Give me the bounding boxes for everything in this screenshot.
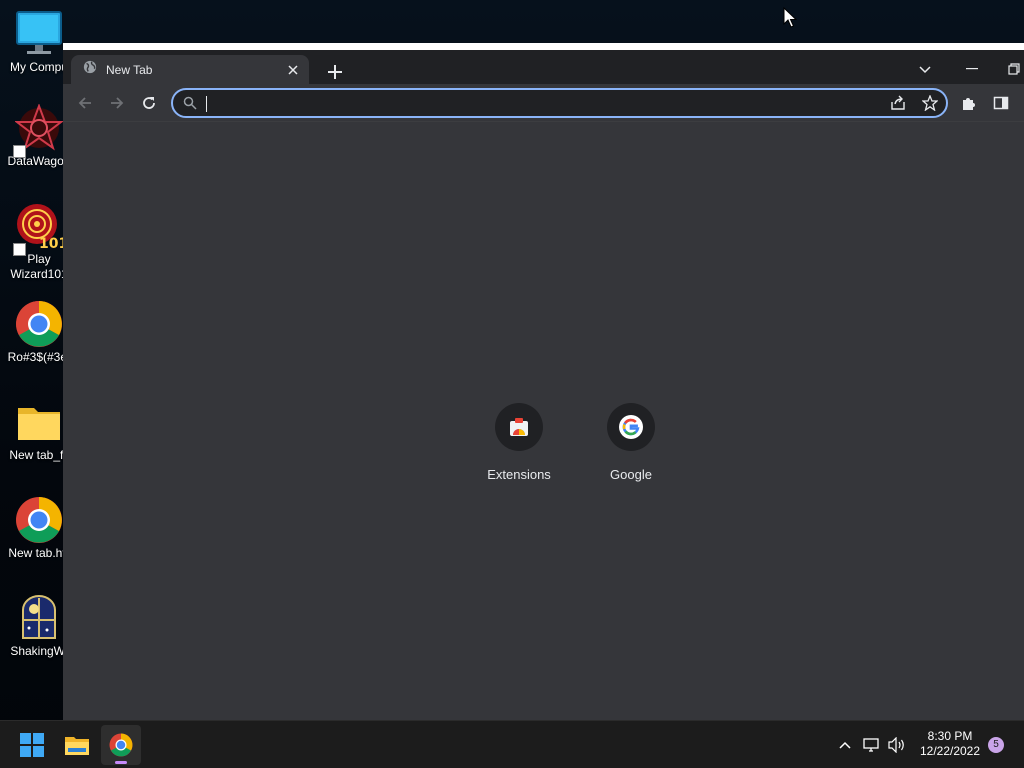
shakingwi-icon bbox=[15, 594, 63, 642]
browser-toolbar bbox=[63, 84, 1024, 122]
start-button[interactable] bbox=[12, 725, 52, 765]
back-button[interactable] bbox=[73, 91, 97, 115]
network-button[interactable] bbox=[862, 735, 882, 755]
text-caret bbox=[206, 96, 207, 112]
shortcut-arrow-icon bbox=[13, 145, 26, 158]
chevron-down-icon bbox=[919, 66, 931, 74]
volume-button[interactable] bbox=[887, 735, 907, 755]
file-explorer-icon bbox=[65, 737, 89, 755]
desktop-icon-label: My Compu bbox=[9, 60, 68, 74]
clock-time: 8:30 PM bbox=[927, 729, 973, 743]
tab-search-button[interactable] bbox=[915, 60, 935, 80]
show-hidden-icons-button[interactable] bbox=[835, 735, 855, 755]
svg-text:101: 101 bbox=[39, 236, 63, 250]
wizard101-icon: 101 bbox=[13, 202, 68, 256]
mouse-cursor-icon bbox=[783, 7, 797, 28]
chrome-icon bbox=[109, 733, 133, 757]
taskbar-clock[interactable]: 8:30 PM 12/22/2022 bbox=[912, 729, 988, 759]
active-app-indicator bbox=[115, 761, 127, 764]
restore-button[interactable] bbox=[1004, 58, 1024, 80]
tab-title: New Tab bbox=[106, 62, 153, 77]
shortcut-icon-circle bbox=[495, 403, 543, 451]
bookmark-star-icon[interactable] bbox=[921, 94, 939, 116]
speaker-icon bbox=[888, 737, 904, 753]
omnibox[interactable] bbox=[171, 88, 948, 118]
puzzle-icon bbox=[963, 98, 975, 110]
chevron-up-icon bbox=[839, 741, 851, 749]
tab-close-button[interactable] bbox=[285, 62, 301, 78]
close-icon bbox=[288, 64, 298, 75]
address-bar-input[interactable] bbox=[205, 95, 865, 113]
chrome-icon bbox=[15, 496, 63, 544]
chrome-window: New Tab Extensions Google bbox=[63, 43, 1024, 720]
restore-icon bbox=[1008, 63, 1020, 75]
shortcut-title: Google bbox=[610, 467, 652, 482]
new-tab-page: Extensions Google bbox=[63, 122, 1024, 720]
file-explorer-button[interactable] bbox=[57, 725, 97, 765]
monitor-icon bbox=[15, 10, 63, 58]
tab-new-tab[interactable]: New Tab bbox=[71, 55, 309, 84]
search-icon bbox=[183, 96, 197, 115]
share-icon[interactable] bbox=[890, 95, 906, 116]
shortcut-arrow-icon bbox=[13, 243, 26, 256]
desktop-icon-label: ShakingWi bbox=[10, 644, 68, 658]
folder-icon bbox=[15, 398, 63, 446]
chrome-taskbar-button[interactable] bbox=[101, 725, 141, 765]
arrow-left-icon bbox=[78, 97, 91, 109]
shortcut-title: Extensions bbox=[487, 467, 551, 482]
shortcut-icon-circle bbox=[607, 403, 655, 451]
tab-strip: New Tab bbox=[63, 50, 1024, 84]
new-tab-button[interactable] bbox=[321, 59, 349, 85]
plus-icon bbox=[328, 65, 342, 79]
desktop-icon-label: New tab.htr bbox=[8, 546, 70, 560]
google-icon bbox=[619, 415, 643, 439]
window-top-strip bbox=[63, 43, 1024, 50]
side-panel-button[interactable] bbox=[989, 91, 1013, 115]
datawagon-icon bbox=[13, 103, 64, 158]
desktop-icon-label: Ro#3$(#3e. bbox=[7, 350, 71, 364]
chrome-icon bbox=[15, 300, 63, 348]
reload-button[interactable] bbox=[137, 91, 161, 115]
windows-start-icon bbox=[20, 733, 44, 757]
minimize-icon bbox=[966, 68, 978, 70]
minimize-button[interactable] bbox=[959, 58, 985, 80]
taskbar: 8:30 PM 12/22/2022 5 bbox=[0, 720, 1024, 768]
extensions-button[interactable] bbox=[957, 91, 981, 115]
shortcut-extensions[interactable]: Extensions bbox=[463, 403, 575, 489]
reload-icon bbox=[143, 97, 155, 109]
notification-badge[interactable]: 5 bbox=[988, 737, 1004, 753]
shortcut-google[interactable]: Google bbox=[575, 403, 687, 489]
arrow-right-icon bbox=[111, 97, 124, 109]
side-panel-icon bbox=[993, 96, 1009, 110]
forward-button[interactable] bbox=[105, 91, 129, 115]
desktop-icon-label: Play Wizard101 bbox=[10, 252, 68, 281]
extensions-icon bbox=[510, 418, 528, 436]
desktop-icon-label: New tab_fil bbox=[9, 448, 69, 462]
globe-icon bbox=[83, 60, 97, 79]
network-icon bbox=[863, 738, 879, 752]
clock-date: 12/22/2022 bbox=[919, 744, 981, 758]
